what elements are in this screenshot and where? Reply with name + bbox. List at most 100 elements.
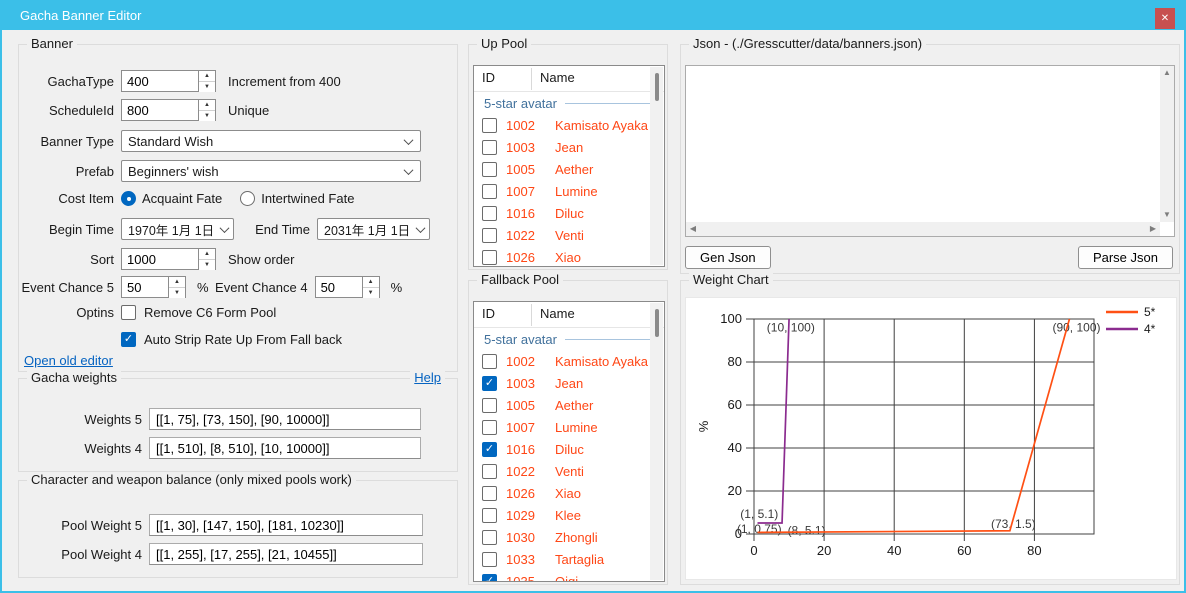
row-checkbox[interactable]: [482, 398, 497, 413]
event-chance-4-stepper[interactable]: ▲ ▼: [315, 276, 380, 298]
weights-4-input[interactable]: [149, 437, 421, 459]
spin-down-icon[interactable]: ▼: [363, 287, 379, 298]
row-checkbox[interactable]: [482, 508, 497, 523]
pool-item-row[interactable]: 1026Xiao: [474, 246, 664, 267]
json-horizontal-scrollbar[interactable]: ◀ ▶: [686, 222, 1160, 236]
sort-input[interactable]: [122, 249, 198, 269]
schedule-id-input[interactable]: [122, 100, 198, 120]
item-id: 1026: [506, 250, 540, 265]
up-pool-rows: 5-star avatar1002Kamisato Ayaka1003Jean1…: [474, 92, 664, 267]
open-old-editor-link[interactable]: Open old editor: [24, 353, 113, 368]
up-pool-scrollbar[interactable]: [650, 67, 663, 265]
spin-down-icon[interactable]: ▼: [199, 259, 215, 270]
spin-up-icon[interactable]: ▲: [199, 71, 215, 81]
event-chance-5-stepper[interactable]: ▲ ▼: [121, 276, 186, 298]
chart-series-line: [758, 319, 790, 523]
pool-item-row[interactable]: 1026Xiao: [474, 482, 664, 504]
row-checkbox[interactable]: [482, 486, 497, 501]
spin-down-icon[interactable]: ▼: [169, 287, 185, 298]
row-checkbox[interactable]: ✓: [482, 574, 497, 583]
scrollbar-thumb[interactable]: [655, 309, 659, 337]
scroll-left-icon[interactable]: ◀: [686, 222, 700, 236]
chart-plot-border: [754, 319, 1094, 534]
row-checkbox[interactable]: ✓: [482, 442, 497, 457]
item-id: 1003: [506, 376, 540, 391]
row-checkbox[interactable]: [482, 464, 497, 479]
weights-5-label: Weights 5: [19, 412, 149, 427]
gacha-type-stepper[interactable]: ▲ ▼: [121, 70, 216, 92]
row-checkbox[interactable]: [482, 420, 497, 435]
pool-item-row[interactable]: 1022Venti: [474, 460, 664, 482]
remove-c6-checkbox[interactable]: [121, 305, 136, 320]
prefab-select[interactable]: Beginners' wish: [121, 160, 421, 182]
end-time-picker[interactable]: 2031年 1月 1日: [317, 218, 430, 240]
scrollbar-thumb[interactable]: [655, 73, 659, 101]
intertwined-fate-radio[interactable]: [240, 191, 255, 206]
acquaint-fate-radio[interactable]: [121, 191, 136, 206]
spin-up-icon[interactable]: ▲: [199, 100, 215, 110]
item-id: 1007: [506, 420, 540, 435]
spin-down-icon[interactable]: ▼: [199, 81, 215, 92]
row-checkbox[interactable]: [482, 184, 497, 199]
begin-time-picker[interactable]: 1970年 1月 1日: [121, 218, 234, 240]
row-checkbox[interactable]: [482, 162, 497, 177]
fallback-pool-scrollbar[interactable]: [650, 303, 663, 580]
spin-up-icon[interactable]: ▲: [169, 277, 185, 287]
chevron-down-icon: [220, 223, 230, 233]
sort-stepper[interactable]: ▲ ▼: [121, 248, 216, 270]
pool-item-row[interactable]: 1022Venti: [474, 224, 664, 246]
up-pool-list[interactable]: ID Name 5-star avatar1002Kamisato Ayaka1…: [473, 65, 665, 267]
pool-item-row[interactable]: 1007Lumine: [474, 416, 664, 438]
event-chance-4-input[interactable]: [316, 277, 362, 297]
close-button[interactable]: ✕: [1155, 8, 1175, 29]
chevron-down-icon: [416, 223, 426, 233]
scroll-right-icon[interactable]: ▶: [1146, 222, 1160, 236]
row-checkbox[interactable]: [482, 552, 497, 567]
schedule-id-stepper[interactable]: ▲ ▼: [121, 99, 216, 121]
row-checkbox[interactable]: [482, 228, 497, 243]
row-checkbox[interactable]: [482, 530, 497, 545]
event-chance-4-spin-buttons: ▲ ▼: [362, 277, 379, 297]
json-vertical-scrollbar[interactable]: ▲ ▼: [1160, 66, 1174, 222]
weights-5-input[interactable]: [149, 408, 421, 430]
pool-weight-4-input[interactable]: [149, 543, 423, 565]
pool-item-row[interactable]: ✓1016Diluc: [474, 438, 664, 460]
json-textarea[interactable]: [686, 66, 1160, 222]
sort-label: Sort: [19, 252, 121, 267]
pool-weight-5-input[interactable]: [149, 514, 423, 536]
spin-up-icon[interactable]: ▲: [199, 249, 215, 259]
parse-json-button[interactable]: Parse Json: [1078, 246, 1173, 269]
gacha-type-input[interactable]: [122, 71, 198, 91]
pool-item-row[interactable]: 1016Diluc: [474, 202, 664, 224]
row-checkbox[interactable]: [482, 140, 497, 155]
pool-item-row[interactable]: 1002Kamisato Ayaka: [474, 350, 664, 372]
pool-item-row[interactable]: 1005Aether: [474, 394, 664, 416]
row-checkbox[interactable]: [482, 118, 497, 133]
pool-item-row[interactable]: ✓1003Jean: [474, 372, 664, 394]
banner-type-select[interactable]: Standard Wish: [121, 130, 421, 152]
pool-item-row[interactable]: 1033Tartaglia: [474, 548, 664, 570]
x-tick-label: 40: [887, 543, 901, 558]
item-id: 1026: [506, 486, 540, 501]
row-checkbox[interactable]: ✓: [482, 376, 497, 391]
spin-up-icon[interactable]: ▲: [363, 277, 379, 287]
row-checkbox[interactable]: [482, 354, 497, 369]
fallback-pool-list[interactable]: ID Name 5-star avatar1002Kamisato Ayaka✓…: [473, 301, 665, 582]
pool-item-row[interactable]: 1002Kamisato Ayaka: [474, 114, 664, 136]
pool-item-row[interactable]: 1007Lumine: [474, 180, 664, 202]
help-link[interactable]: Help: [410, 370, 445, 385]
scroll-down-icon[interactable]: ▼: [1160, 208, 1174, 222]
gen-json-button[interactable]: Gen Json: [685, 246, 771, 269]
event-chance-5-input[interactable]: [122, 277, 168, 297]
pool-item-row[interactable]: 1030Zhongli: [474, 526, 664, 548]
pool-item-row[interactable]: 1029Klee: [474, 504, 664, 526]
pool-item-row[interactable]: 1005Aether: [474, 158, 664, 180]
scroll-up-icon[interactable]: ▲: [1160, 66, 1174, 80]
spin-down-icon[interactable]: ▼: [199, 110, 215, 121]
weights-5-row: Weights 5: [19, 408, 449, 430]
pool-item-row[interactable]: ✓1035Qiqi: [474, 570, 664, 582]
row-checkbox[interactable]: [482, 206, 497, 221]
auto-strip-checkbox[interactable]: ✓: [121, 332, 136, 347]
row-checkbox[interactable]: [482, 250, 497, 265]
pool-item-row[interactable]: 1003Jean: [474, 136, 664, 158]
